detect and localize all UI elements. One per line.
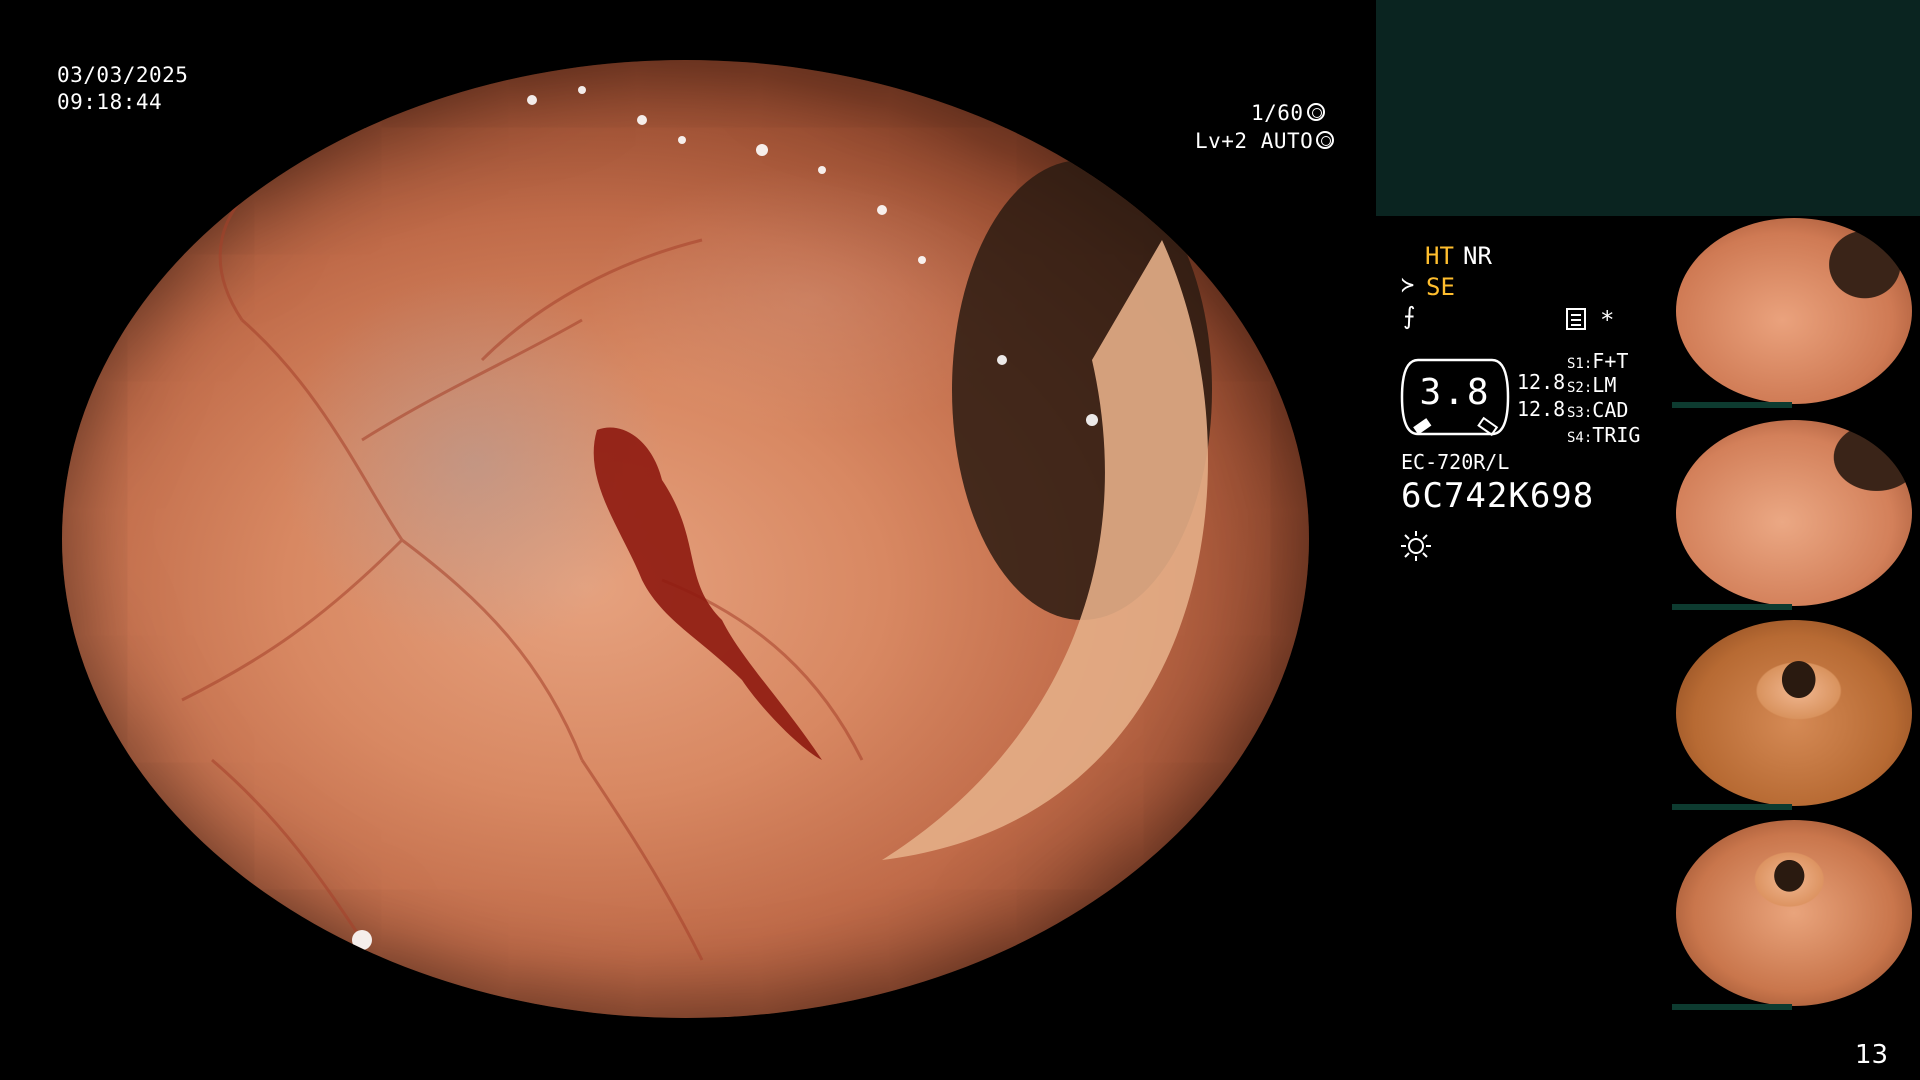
ht-indicator: HT: [1425, 242, 1454, 270]
scope-serial: 6C742K698: [1401, 476, 1595, 516]
osd-time: 09:18:44: [57, 90, 163, 114]
menu-icon: [1566, 308, 1586, 330]
image-capture-area: [1376, 0, 1920, 216]
se-indicator: SE: [1426, 273, 1455, 301]
gauge-value: 3.8: [1419, 372, 1491, 413]
brightness-level: Lv+2 AUTO: [1195, 129, 1314, 153]
capture-thumbnail-4[interactable]: [1672, 818, 1916, 1010]
page-number: 13: [1855, 1040, 1889, 1070]
iris-icon: [1316, 131, 1335, 149]
gauge-sub-value-1: 12.8: [1517, 370, 1566, 394]
f-mode-icon: ⨍: [1403, 302, 1416, 330]
endoscope-view: [62, 60, 1309, 1018]
osd-shutter: 1/60: [1251, 100, 1325, 127]
shutter-speed: 1/60: [1251, 101, 1304, 125]
slot-1: S1:F+T: [1567, 349, 1629, 373]
capture-thumbnail-2[interactable]: [1672, 418, 1916, 610]
light-icon: [1401, 531, 1431, 561]
slot-4: S4:TRIG: [1567, 423, 1641, 447]
shutter-icon: [1306, 103, 1325, 121]
capture-thumbnail-1[interactable]: [1672, 216, 1916, 408]
osd-level: Lv+2 AUTO: [1195, 128, 1335, 155]
slot-3: S3:CAD: [1567, 398, 1629, 422]
enhancement-icon: ≻: [1401, 273, 1415, 298]
nr-indicator: NR: [1463, 242, 1492, 270]
gauge-sub-value-2: 12.8: [1517, 397, 1566, 421]
slot-2: S2:LM: [1567, 373, 1617, 397]
capture-thumbnail-3[interactable]: [1672, 618, 1916, 810]
mucosa-graphics: [181, 75, 1212, 972]
scope-model: EC-720R/L: [1401, 450, 1510, 474]
asterisk-indicator: *: [1600, 306, 1615, 334]
osd-date: 03/03/2025: [57, 63, 189, 87]
